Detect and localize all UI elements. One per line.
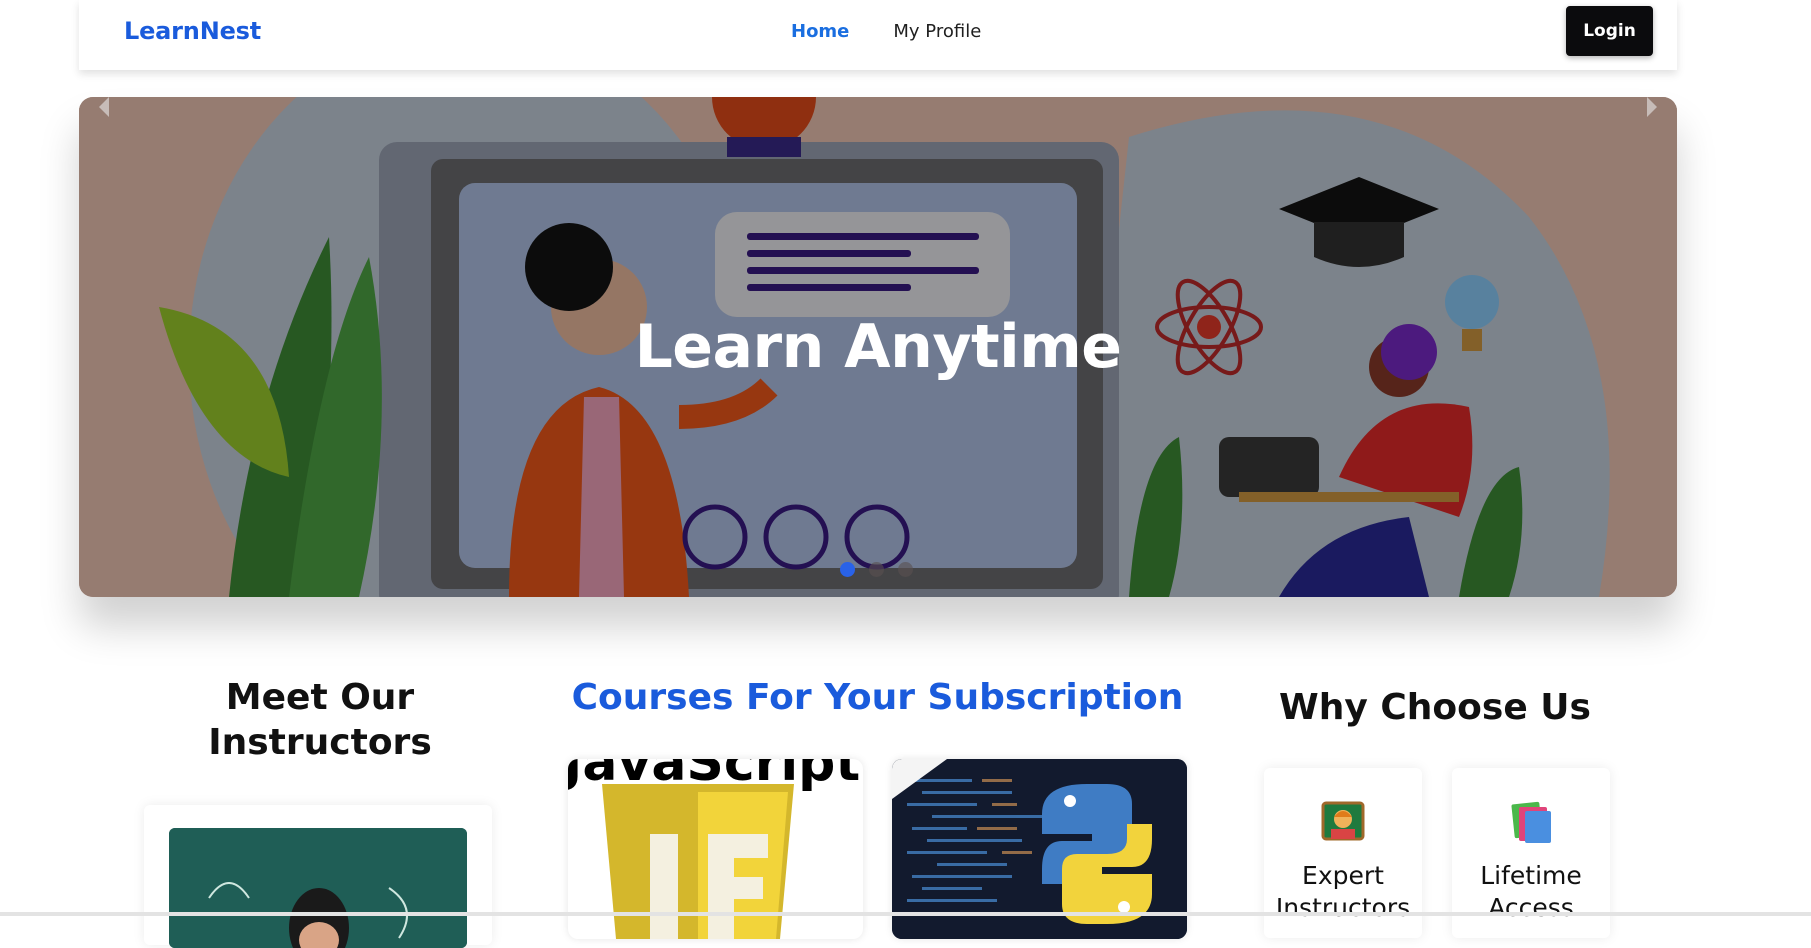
instructors-section-title: Meet Our Instructors [208, 677, 432, 763]
hero-carousel: Learn Anytime [79, 97, 1677, 597]
nav-link-my-profile[interactable]: My Profile [893, 21, 981, 42]
courses-section-title: Courses For Your Subscription [571, 677, 1184, 718]
carousel-dot-3[interactable] [898, 562, 913, 577]
page-bottom-divider [0, 912, 1811, 916]
teacher-icon [1319, 797, 1367, 856]
carousel-dots [840, 562, 913, 577]
why-choose-us-title: Why Choose Us [1279, 687, 1591, 728]
hero-title: Learn Anytime [634, 312, 1122, 382]
instructor-card[interactable] [144, 805, 492, 948]
login-button[interactable]: Login [1566, 6, 1653, 56]
carousel-dot-1[interactable] [840, 562, 855, 577]
books-icon [1507, 797, 1555, 856]
brand-logo[interactable]: LearnNest [124, 17, 261, 45]
nav-links: Home My Profile [791, 21, 981, 42]
navbar: LearnNest Home My Profile Login [79, 0, 1677, 70]
carousel-next-arrow[interactable] [1647, 97, 1657, 117]
carousel-prev-arrow[interactable] [99, 97, 109, 117]
nav-link-home[interactable]: Home [791, 21, 849, 42]
carousel-dot-2[interactable] [869, 562, 884, 577]
instructor-photo [169, 828, 467, 948]
